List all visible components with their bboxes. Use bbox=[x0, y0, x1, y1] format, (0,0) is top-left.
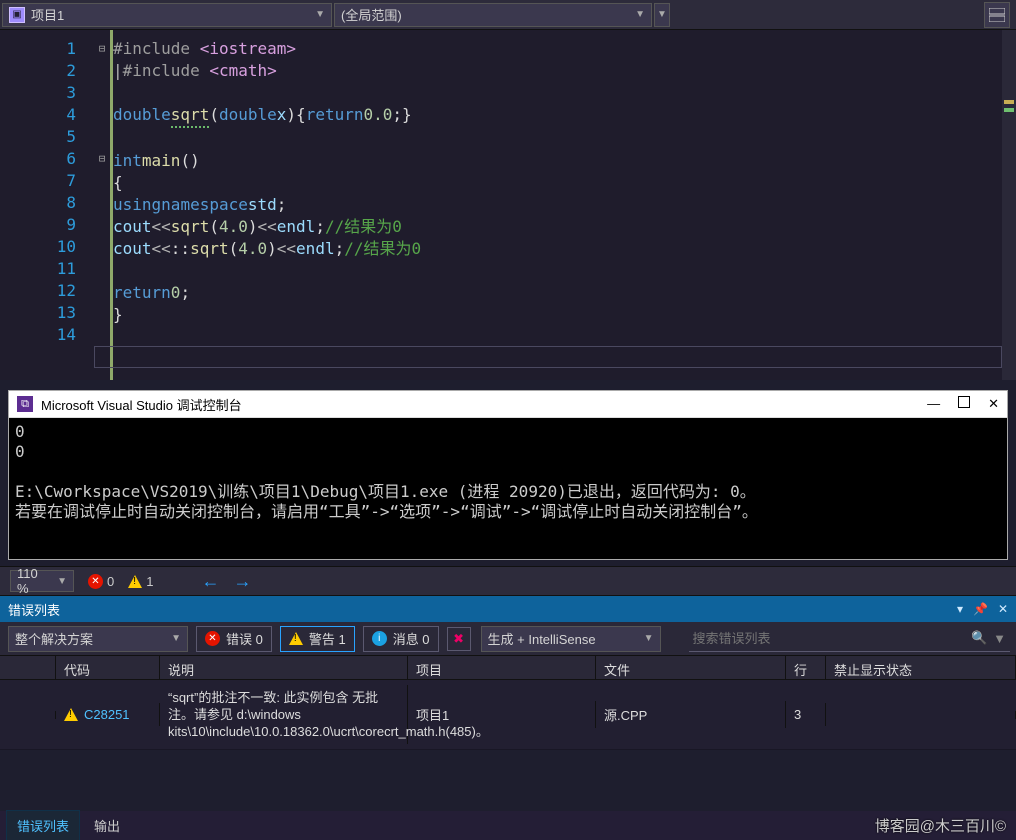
chevron-down-icon: ▼ bbox=[635, 9, 645, 20]
editor-scrollbar[interactable] bbox=[1002, 30, 1016, 380]
error-list-toolbar: 整个解决方案 ▼ ✕ 错误 0 警告 1 i 消息 0 ✖ 生成 + Intel… bbox=[0, 622, 1016, 656]
info-icon: i bbox=[372, 631, 387, 646]
clear-filter-button[interactable]: ✖ bbox=[447, 627, 471, 651]
panel-menu-button[interactable]: ▾ bbox=[957, 602, 963, 616]
warning-icon bbox=[64, 708, 78, 721]
project-dropdown-label: 项目1 bbox=[31, 5, 64, 24]
error-icon: ✕ bbox=[205, 631, 220, 646]
zoom-value: 110 % bbox=[17, 566, 51, 596]
error-suppress bbox=[826, 711, 1016, 719]
filter-messages-label: 消息 0 bbox=[393, 629, 430, 648]
watermark: 博客园@木三百川© bbox=[875, 815, 1006, 836]
scope-dropdown[interactable]: 整个解决方案 ▼ bbox=[8, 626, 188, 652]
filter-errors-label: 错误 0 bbox=[226, 629, 263, 648]
filter-warnings-label: 警告 1 bbox=[309, 629, 346, 648]
error-list-grid: 代码 说明 项目 文件 行 禁止显示状态 C28251 “sqrt”的批注不一致… bbox=[0, 656, 1016, 750]
filter-warnings-button[interactable]: 警告 1 bbox=[280, 626, 355, 652]
close-icon[interactable]: ✕ bbox=[998, 602, 1008, 616]
col-desc[interactable]: 说明 bbox=[160, 656, 408, 679]
current-line-highlight bbox=[94, 346, 1002, 368]
chevron-down-icon: ▼ bbox=[171, 633, 181, 644]
error-search-input[interactable] bbox=[693, 631, 971, 646]
error-code: C28251 bbox=[84, 707, 130, 722]
tab-error-list[interactable]: 错误列表 bbox=[6, 810, 80, 840]
col-file[interactable]: 文件 bbox=[596, 656, 786, 679]
chevron-down-icon: ▼ bbox=[315, 9, 325, 20]
error-file: 源.CPP bbox=[596, 701, 786, 728]
error-icon: ✕ bbox=[88, 574, 103, 589]
minimize-button[interactable]: — bbox=[927, 396, 940, 412]
chevron-down-icon: ▼ bbox=[644, 633, 654, 644]
close-button[interactable]: ✕ bbox=[988, 396, 999, 412]
code-editor[interactable]: 1234567891011121314 ⊟ ⊟ #include <iostre… bbox=[0, 30, 1016, 380]
project-dropdown[interactable]: ▣ 项目1 ▼ bbox=[2, 3, 332, 27]
warning-indicator[interactable]: 1 bbox=[128, 574, 153, 589]
clear-filter-icon: ✖ bbox=[453, 631, 464, 647]
console-title: Microsoft Visual Studio 调试控制台 bbox=[41, 395, 242, 414]
code-area[interactable]: #include <iostream> |#include <cmath> do… bbox=[110, 30, 1016, 380]
fold-column[interactable]: ⊟ ⊟ bbox=[94, 30, 110, 380]
col-suppress[interactable]: 禁止显示状态 bbox=[826, 656, 1016, 679]
col-code[interactable]: 代码 bbox=[56, 656, 160, 679]
filter-messages-button[interactable]: i 消息 0 bbox=[363, 626, 439, 652]
editor-status-bar: 110 % ▼ ✕ 0 1 ← → bbox=[0, 566, 1016, 596]
console-output[interactable]: 0 0 E:\Cworkspace\VS2019\训练\项目1\Debug\项目… bbox=[9, 418, 1007, 559]
scope-dropdown-label: (全局范围) bbox=[341, 5, 402, 24]
error-row[interactable]: C28251 “sqrt”的批注不一致: 此实例包含 无批注。请参见 d:\wi… bbox=[0, 680, 1016, 750]
scope-dropdown[interactable]: (全局范围) ▼ bbox=[334, 3, 652, 27]
error-desc: “sqrt”的批注不一致: 此实例包含 无批注。请参见 d:\windows k… bbox=[160, 685, 408, 744]
warning-icon bbox=[289, 632, 303, 645]
line-number-gutter: 1234567891011121314 bbox=[0, 30, 94, 380]
pin-icon[interactable]: 📌 bbox=[973, 602, 988, 616]
member-dropdown[interactable]: ▼ bbox=[654, 3, 670, 27]
tab-output[interactable]: 输出 bbox=[84, 811, 130, 840]
filter-errors-button[interactable]: ✕ 错误 0 bbox=[196, 626, 272, 652]
error-list-header[interactable]: 错误列表 ▾ 📌 ✕ bbox=[0, 596, 1016, 622]
error-list-title: 错误列表 bbox=[8, 600, 60, 619]
vs-icon: ⧉ bbox=[17, 396, 33, 412]
chevron-down-icon: ▼ bbox=[993, 631, 1006, 646]
error-line: 3 bbox=[786, 703, 826, 726]
split-view-button[interactable] bbox=[984, 2, 1010, 28]
warning-icon bbox=[128, 575, 142, 588]
error-count: 0 bbox=[107, 574, 114, 589]
project-icon: ▣ bbox=[9, 7, 25, 23]
zoom-dropdown[interactable]: 110 % ▼ bbox=[10, 570, 74, 592]
debug-console-window: ⧉ Microsoft Visual Studio 调试控制台 — ✕ 0 0 … bbox=[8, 390, 1008, 560]
warning-count: 1 bbox=[146, 574, 153, 589]
nav-back-button[interactable]: ← bbox=[201, 571, 219, 592]
error-indicator[interactable]: ✕ 0 bbox=[88, 574, 114, 589]
error-search-box[interactable]: 🔍 ▼ bbox=[689, 626, 1010, 652]
search-icon: 🔍 bbox=[971, 630, 987, 646]
scope-label: 整个解决方案 bbox=[15, 629, 93, 648]
top-nav-bar: ▣ 项目1 ▼ (全局范围) ▼ ▼ bbox=[0, 0, 1016, 30]
chevron-down-icon: ▼ bbox=[57, 576, 67, 587]
source-label: 生成 + IntelliSense bbox=[488, 629, 596, 648]
grid-header[interactable]: 代码 说明 项目 文件 行 禁止显示状态 bbox=[0, 656, 1016, 680]
nav-fwd-button[interactable]: → bbox=[233, 571, 251, 592]
error-project: 项目1 bbox=[408, 701, 596, 728]
maximize-button[interactable] bbox=[958, 396, 970, 408]
source-dropdown[interactable]: 生成 + IntelliSense ▼ bbox=[481, 626, 661, 652]
console-titlebar[interactable]: ⧉ Microsoft Visual Studio 调试控制台 — ✕ bbox=[9, 391, 1007, 418]
col-line[interactable]: 行 bbox=[786, 656, 826, 679]
col-project[interactable]: 项目 bbox=[408, 656, 596, 679]
chevron-down-icon: ▼ bbox=[657, 9, 667, 20]
bottom-tab-strip: 错误列表 输出 bbox=[0, 811, 1016, 840]
